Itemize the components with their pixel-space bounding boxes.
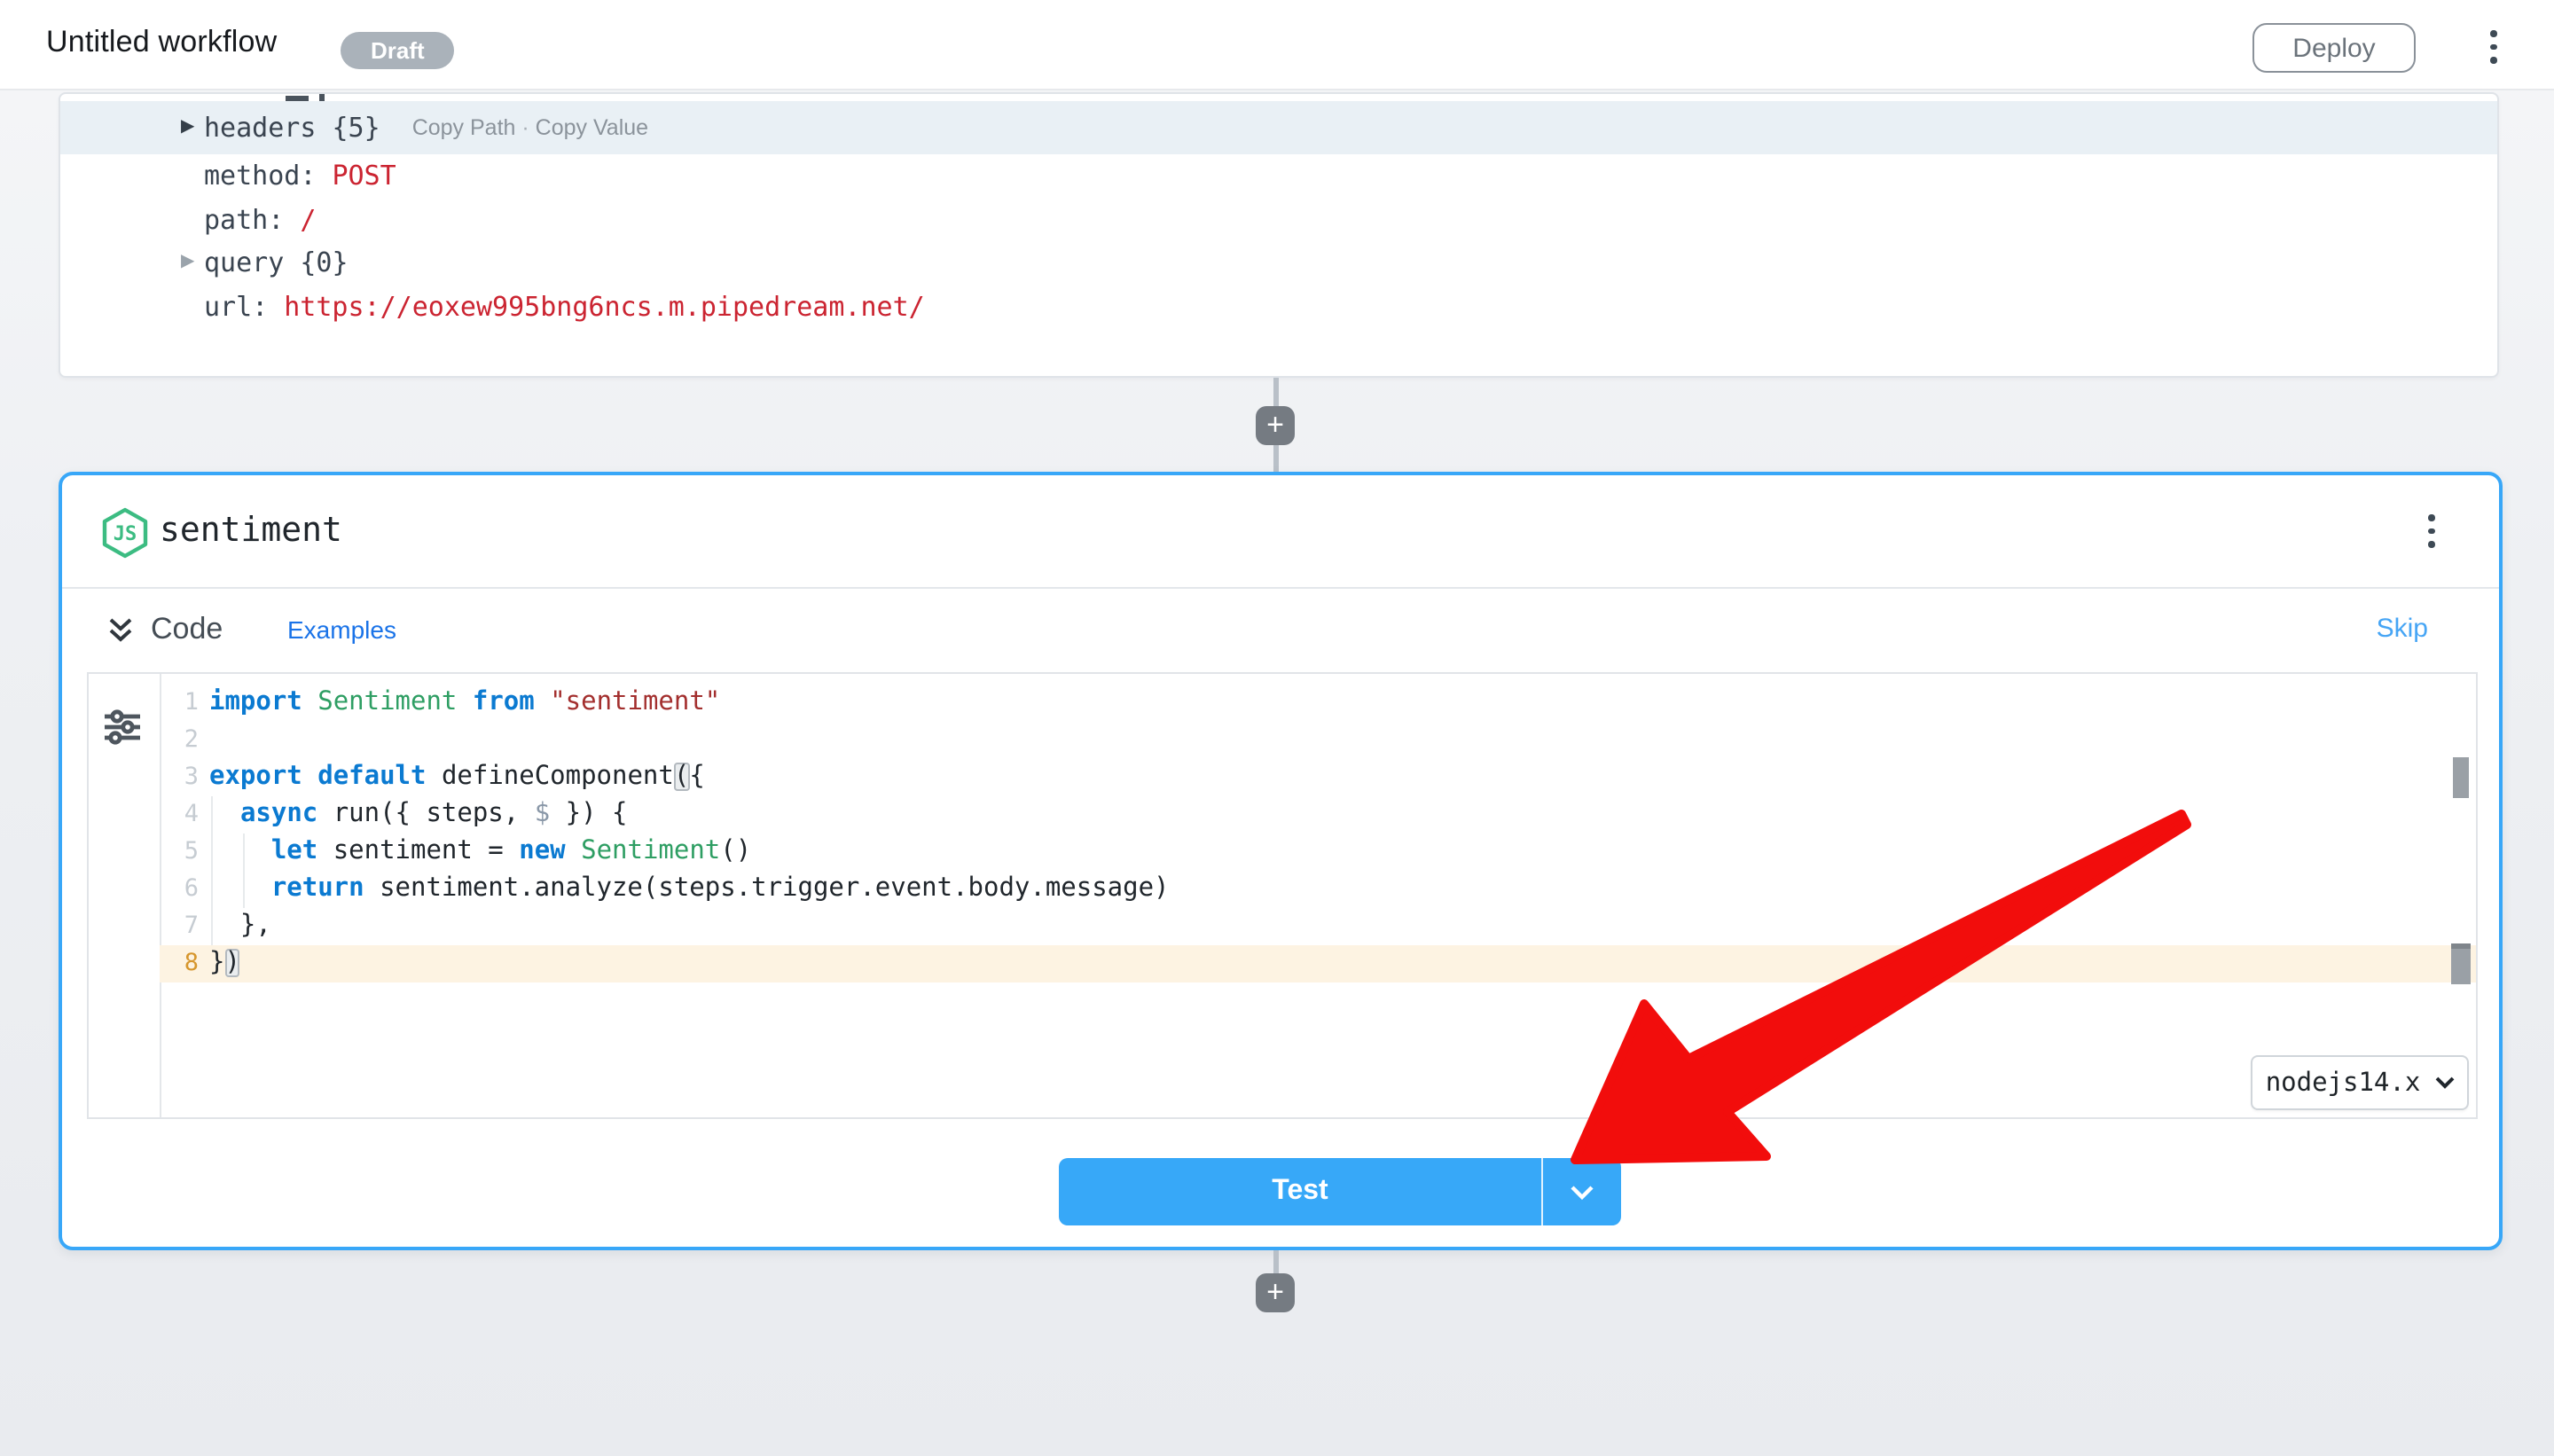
code-editor[interactable]: 1import Sentiment from "sentiment"23expo…	[87, 672, 2478, 1119]
section-title: Code	[151, 612, 223, 647]
draft-status-badge: Draft	[341, 32, 455, 69]
code-line-1[interactable]: 1import Sentiment from "sentiment"	[160, 685, 2476, 722]
plus-icon: +	[1266, 1277, 1284, 1307]
code-line-5[interactable]: 5 let sentiment = new Sentiment()	[160, 834, 2476, 871]
code-line-2[interactable]: 2	[160, 722, 2476, 759]
code-line-4[interactable]: 4 async run({ steps, $ }) {	[160, 796, 2476, 834]
sentiment-step-panel[interactable]: JS sentiment Code Examples Skip	[59, 472, 2503, 1250]
code-section-toolbar: Code Examples Skip	[62, 589, 2499, 672]
add-step-button[interactable]: +	[1256, 1273, 1295, 1312]
line-number: 7	[160, 908, 208, 945]
pipedream-workflow-builder: Untitled workflow Draft Deploy ▶headers …	[0, 0, 2554, 1456]
workflow-title[interactable]: Untitled workflow	[46, 25, 277, 60]
chevron-down-icon	[1570, 1184, 1594, 1200]
sliders-icon[interactable]	[103, 709, 142, 745]
line-number: 2	[160, 722, 208, 759]
step-kebab-menu-icon[interactable]	[2429, 514, 2435, 548]
test-split-button[interactable]: Test	[1059, 1158, 1621, 1225]
line-number: 8	[160, 945, 208, 982]
top-bar: Untitled workflow Draft Deploy	[0, 0, 2554, 90]
triangle-right-icon[interactable]: ▶	[181, 119, 194, 137]
json-row-url: url:https://eoxew995bng6ncs.m.pipedream.…	[60, 285, 2497, 328]
skip-link[interactable]: Skip	[2377, 614, 2428, 644]
indent-guide	[242, 834, 244, 908]
json-row-method: method:POST	[60, 154, 2497, 198]
triangle-right-icon[interactable]: ▶	[181, 254, 194, 272]
test-options-button[interactable]	[1541, 1158, 1621, 1225]
json-row-headers[interactable]: ▶headers {5}Copy Path · Copy Value	[60, 101, 2497, 154]
line-number: 5	[160, 834, 208, 871]
line-number: 1	[160, 685, 208, 722]
json-tree: ▶headers {5}Copy Path · Copy Valuemethod…	[60, 101, 2497, 328]
chevrons-down-icon[interactable]	[106, 617, 135, 644]
examples-link[interactable]: Examples	[287, 615, 396, 644]
editor-scrollbar-thumb[interactable]	[2453, 757, 2469, 798]
row-copy-actions[interactable]: Copy Path · Copy Value	[412, 115, 648, 140]
indent-guide	[210, 796, 212, 945]
step-name[interactable]: sentiment	[160, 511, 342, 550]
code-line-8[interactable]: 8})	[160, 945, 2476, 982]
editor-scrollbar-cursor-marker	[2451, 943, 2471, 984]
code-lines[interactable]: 1import Sentiment from "sentiment"23expo…	[160, 685, 2476, 982]
trigger-result-panel[interactable]: ▶headers {5}Copy Path · Copy Valuemethod…	[59, 92, 2499, 378]
deploy-button[interactable]: Deploy	[2252, 23, 2416, 73]
line-number: 4	[160, 796, 208, 834]
step-header: JS sentiment	[62, 475, 2499, 589]
code-line-7[interactable]: 7 },	[160, 908, 2476, 945]
add-step-button[interactable]: +	[1256, 406, 1295, 445]
test-button[interactable]: Test	[1059, 1158, 1541, 1225]
line-number: 3	[160, 759, 208, 796]
plus-icon: +	[1266, 410, 1284, 440]
kebab-menu-icon[interactable]	[2490, 30, 2496, 64]
svg-text:JS: JS	[114, 523, 137, 545]
nodejs-hexagon-icon: JS	[101, 507, 149, 559]
code-line-3[interactable]: 3export default defineComponent({	[160, 759, 2476, 796]
json-row-path: path:/	[60, 198, 2497, 241]
runtime-value: nodejs14.x	[2266, 1069, 2421, 1097]
runtime-select[interactable]: nodejs14.x	[2251, 1055, 2469, 1110]
editor-gutter	[89, 674, 161, 1117]
code-line-6[interactable]: 6 return sentiment.analyze(steps.trigger…	[160, 871, 2476, 908]
json-row-query[interactable]: ▶query {0}	[60, 241, 2497, 285]
line-number: 6	[160, 871, 208, 908]
chevron-down-icon	[2434, 1076, 2454, 1089]
clipped-row-fragment	[60, 94, 2497, 101]
